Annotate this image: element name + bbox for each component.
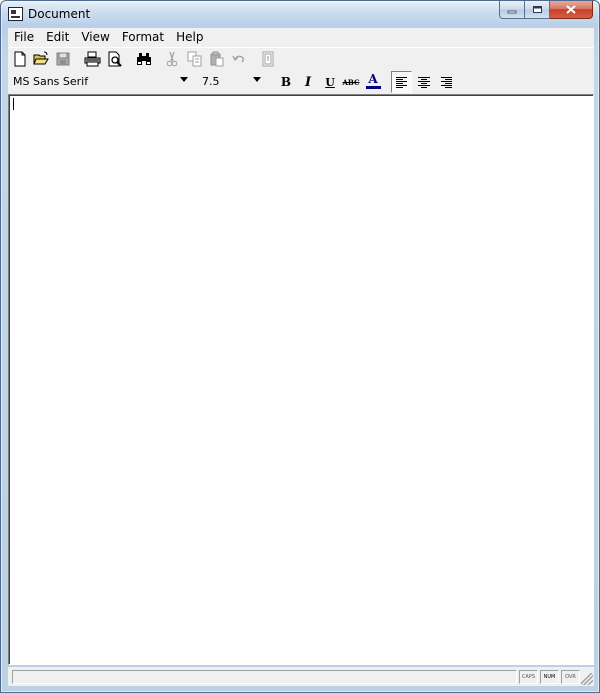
restore-icon bbox=[532, 6, 542, 13]
menu-view[interactable]: View bbox=[75, 28, 115, 47]
chevron-down-icon[interactable] bbox=[253, 77, 261, 82]
align-left-icon bbox=[396, 77, 407, 88]
save-button[interactable] bbox=[53, 49, 73, 69]
new-button[interactable] bbox=[10, 49, 30, 69]
chevron-down-icon[interactable] bbox=[180, 77, 188, 82]
print-icon bbox=[84, 51, 100, 67]
menu-bar: File Edit View Format Help bbox=[8, 28, 594, 47]
open-button[interactable] bbox=[31, 49, 51, 69]
align-center-button[interactable] bbox=[414, 72, 434, 92]
standard-toolbar bbox=[8, 47, 594, 71]
ovr-indicator: OVR bbox=[561, 670, 580, 684]
cut-icon bbox=[166, 51, 178, 67]
print-button[interactable] bbox=[82, 49, 102, 69]
italic-button[interactable]: I bbox=[298, 72, 318, 92]
app-icon[interactable] bbox=[8, 7, 23, 21]
minimize-icon bbox=[507, 10, 517, 13]
caps-indicator: CAPS bbox=[519, 670, 538, 684]
cut-button[interactable] bbox=[162, 49, 182, 69]
num-indicator: NUM bbox=[540, 670, 559, 684]
bold-button[interactable]: B bbox=[276, 72, 296, 92]
status-bar: CAPS NUM OVR bbox=[8, 667, 594, 686]
menu-file[interactable]: File bbox=[8, 28, 40, 47]
caption-buttons bbox=[499, 1, 593, 19]
resize-grip[interactable] bbox=[581, 673, 593, 685]
window-title: Document bbox=[28, 7, 91, 21]
save-icon bbox=[56, 52, 70, 66]
font-size-combo[interactable]: 7.5 bbox=[201, 73, 263, 91]
bold-icon: B bbox=[280, 75, 292, 89]
close-button[interactable] bbox=[550, 1, 593, 19]
close-icon bbox=[566, 5, 576, 14]
align-left-button[interactable] bbox=[392, 72, 412, 92]
open-folder-icon bbox=[33, 51, 49, 65]
status-message bbox=[12, 670, 517, 684]
print-preview-icon bbox=[108, 51, 122, 67]
app-window: Document File Edit View Format Help MS S… bbox=[0, 0, 600, 693]
date-time-icon bbox=[262, 51, 274, 67]
text-color-button[interactable]: A bbox=[363, 71, 383, 91]
copy-button[interactable] bbox=[185, 49, 205, 69]
minimize-button[interactable] bbox=[499, 1, 525, 19]
undo-button[interactable] bbox=[229, 49, 249, 69]
date-time-button[interactable] bbox=[258, 49, 278, 69]
text-caret bbox=[13, 98, 14, 110]
copy-icon bbox=[187, 51, 202, 67]
find-binoculars-icon bbox=[137, 53, 151, 65]
font-size-value: 7.5 bbox=[202, 75, 220, 88]
align-center-icon bbox=[418, 77, 430, 88]
print-preview-button[interactable] bbox=[105, 49, 125, 69]
new-document-icon bbox=[14, 51, 26, 67]
document-editor[interactable] bbox=[8, 94, 594, 665]
menu-edit[interactable]: Edit bbox=[40, 28, 75, 47]
format-toolbar: MS Sans Serif 7.5 B I U ABC A bbox=[8, 71, 594, 94]
undo-icon bbox=[232, 55, 244, 63]
italic-icon: I bbox=[304, 74, 312, 90]
menu-format[interactable]: Format bbox=[116, 28, 170, 47]
paste-icon bbox=[210, 51, 224, 67]
strikeout-icon: ABC bbox=[342, 77, 360, 87]
restore-button[interactable] bbox=[525, 1, 550, 19]
title-bar[interactable]: Document bbox=[1, 1, 599, 28]
font-name-combo[interactable]: MS Sans Serif bbox=[11, 73, 190, 91]
text-color-icon: A bbox=[368, 72, 378, 86]
menu-help[interactable]: Help bbox=[170, 28, 209, 47]
underline-button[interactable]: U bbox=[320, 72, 340, 92]
find-button[interactable] bbox=[134, 49, 154, 69]
align-right-button[interactable] bbox=[436, 72, 456, 92]
strikeout-button[interactable]: ABC bbox=[341, 72, 361, 92]
underline-icon: U bbox=[325, 75, 335, 89]
font-name-value: MS Sans Serif bbox=[13, 75, 89, 88]
align-right-icon bbox=[441, 77, 452, 88]
color-swatch bbox=[365, 86, 381, 89]
paste-button[interactable] bbox=[207, 49, 227, 69]
